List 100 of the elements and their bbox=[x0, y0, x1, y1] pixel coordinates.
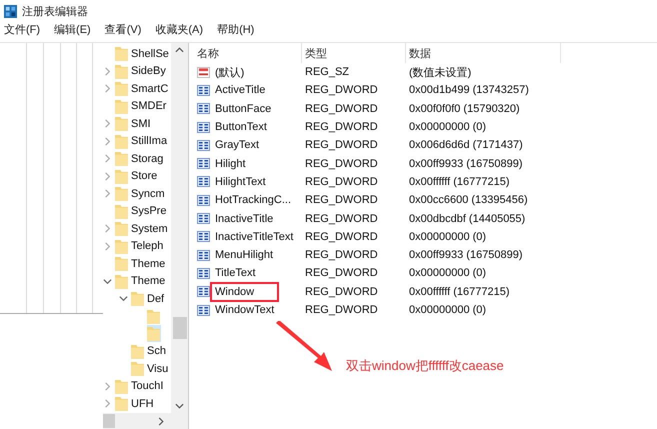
tree-item[interactable]: Sch bbox=[131, 342, 167, 360]
table-cell-text: REG_DWORD bbox=[304, 121, 379, 134]
binary-value-icon bbox=[197, 122, 210, 133]
folder-icon bbox=[115, 274, 128, 289]
binary-value-icon bbox=[197, 194, 210, 206]
value-name[interactable]: (默认) bbox=[213, 64, 246, 81]
table-cell-text: REG_DWORD bbox=[304, 249, 379, 262]
horizontal-scrollbar[interactable] bbox=[103, 413, 188, 429]
tree-item[interactable]: Visu bbox=[131, 360, 170, 378]
table-cell-text: REG_DWORD bbox=[304, 230, 379, 243]
folder-icon bbox=[115, 81, 128, 96]
value-name[interactable]: GrayText bbox=[213, 138, 262, 152]
tree-item[interactable]: Teleph bbox=[115, 238, 164, 255]
expand-icon[interactable] bbox=[103, 66, 112, 76]
expand-icon[interactable] bbox=[103, 136, 112, 146]
table-cell-text: REG_DWORD bbox=[304, 304, 379, 316]
binary-value-icon bbox=[197, 176, 210, 188]
tree-item[interactable] bbox=[147, 308, 161, 325]
expand-icon[interactable] bbox=[103, 172, 112, 181]
menu-item[interactable]: 帮助(H) bbox=[217, 22, 254, 36]
scroll-down-icon[interactable] bbox=[175, 403, 184, 409]
folder-icon bbox=[115, 221, 128, 236]
folder-icon bbox=[115, 151, 128, 166]
tree-item[interactable]: SMDEr bbox=[115, 98, 168, 115]
expand-icon[interactable] bbox=[103, 242, 112, 251]
folder-icon bbox=[131, 291, 144, 306]
scroll-thumb[interactable] bbox=[172, 317, 186, 339]
tree-item[interactable]: SmartC bbox=[115, 80, 170, 98]
window-title: 注册表编辑器 bbox=[22, 4, 88, 18]
tree-item[interactable] bbox=[147, 325, 161, 342]
column-header[interactable]: 名称 bbox=[194, 43, 302, 63]
table-cell-text: REG_DWORD bbox=[304, 267, 379, 280]
value-name[interactable]: HilightText bbox=[213, 174, 268, 189]
table-cell-text: REG_SZ bbox=[304, 66, 350, 78]
table-cell-text: REG_DWORD bbox=[304, 286, 379, 298]
table-cell-text: REG_DWORD bbox=[304, 194, 379, 206]
tree-item[interactable]: SideBy bbox=[115, 62, 167, 80]
value-name[interactable]: ActiveTitle bbox=[213, 83, 268, 98]
tree-item[interactable]: SMI bbox=[115, 115, 152, 132]
value-name[interactable]: Hilight bbox=[213, 156, 248, 171]
tree-item[interactable]: Theme bbox=[115, 255, 166, 272]
folder-icon bbox=[115, 116, 128, 132]
menu-item[interactable]: 查看(V) bbox=[104, 22, 142, 36]
value-name[interactable]: WindowText bbox=[213, 303, 276, 317]
binary-value-icon bbox=[197, 268, 210, 279]
value-name[interactable]: InactiveTitle bbox=[213, 212, 276, 226]
value-name[interactable]: InactiveTitleText bbox=[213, 230, 296, 244]
tree-item[interactable]: UFH bbox=[115, 395, 155, 412]
expand-icon[interactable] bbox=[103, 224, 112, 234]
tree-item[interactable]: Theme bbox=[115, 272, 166, 290]
binary-value-icon bbox=[197, 213, 210, 224]
expand-icon[interactable] bbox=[103, 154, 112, 164]
table-cell-text: 0x00000000 (0) bbox=[408, 304, 488, 316]
binary-value-icon bbox=[197, 103, 210, 114]
table-cell-text: 0x00ffffff (16777215) bbox=[408, 286, 511, 298]
table-cell-text: 0x00ff9933 (16750899) bbox=[408, 158, 524, 170]
expand-icon[interactable] bbox=[103, 399, 112, 408]
tree-item[interactable]: TouchI bbox=[115, 378, 164, 395]
table-cell-text: 0x00dbcdbf (14405055) bbox=[408, 212, 526, 225]
folder-icon bbox=[115, 396, 128, 412]
tree-item[interactable]: Syncm bbox=[115, 185, 166, 202]
tree-item[interactable]: System bbox=[115, 220, 169, 238]
expand-icon[interactable] bbox=[103, 119, 112, 128]
menu-item[interactable]: 编辑(E) bbox=[54, 22, 91, 36]
value-name[interactable]: ButtonText bbox=[213, 120, 269, 134]
value-name[interactable]: TitleText bbox=[213, 266, 258, 280]
table-cell-text: 0x00ff9933 (16750899) bbox=[408, 249, 524, 262]
scroll-up-icon[interactable] bbox=[175, 47, 184, 53]
expand-icon[interactable] bbox=[103, 382, 112, 391]
table-cell-text: 0x00000000 (0) bbox=[408, 121, 488, 134]
collapse-icon[interactable] bbox=[103, 276, 112, 286]
scroll-thumb[interactable] bbox=[103, 414, 115, 428]
annotation-arrow bbox=[274, 321, 334, 374]
collapse-icon[interactable] bbox=[119, 294, 128, 304]
expand-icon[interactable] bbox=[103, 84, 112, 94]
tree-item[interactable]: StillIma bbox=[115, 132, 168, 150]
scroll-right-icon[interactable] bbox=[158, 416, 164, 426]
expand-icon[interactable] bbox=[103, 189, 112, 198]
table-cell-text: 0x00000000 (0) bbox=[408, 230, 488, 243]
tree-item[interactable]: ShellSe bbox=[115, 45, 170, 62]
table-cell-text: REG_DWORD bbox=[304, 176, 379, 188]
tree-item[interactable]: Store bbox=[115, 168, 158, 185]
table-cell-text: (数值未设置) bbox=[408, 66, 472, 80]
table-cell-text: REG_DWORD bbox=[304, 212, 379, 225]
tree-item[interactable]: Def bbox=[131, 290, 166, 308]
vertical-scrollbar[interactable] bbox=[171, 43, 188, 413]
annotation-text: 双击window把ffffff改caease bbox=[346, 357, 504, 376]
folder-icon bbox=[115, 238, 128, 254]
column-header[interactable]: 类型 bbox=[302, 43, 406, 63]
table-cell-text: REG_DWORD bbox=[304, 102, 379, 115]
menu-item[interactable]: 文件(F) bbox=[4, 22, 40, 36]
menu-item[interactable]: 收藏夹(A) bbox=[155, 22, 204, 36]
value-name[interactable]: MenuHilight bbox=[213, 248, 276, 262]
string-value-icon bbox=[197, 66, 210, 78]
tree-item[interactable]: Storag bbox=[115, 150, 164, 168]
column-header[interactable]: 数据 bbox=[406, 43, 561, 63]
value-name[interactable]: HotTrackingC... bbox=[213, 193, 294, 208]
tree-item[interactable]: SysPre bbox=[115, 202, 168, 220]
value-name[interactable]: ButtonFace bbox=[213, 102, 274, 116]
value-name[interactable]: Window bbox=[213, 284, 276, 299]
